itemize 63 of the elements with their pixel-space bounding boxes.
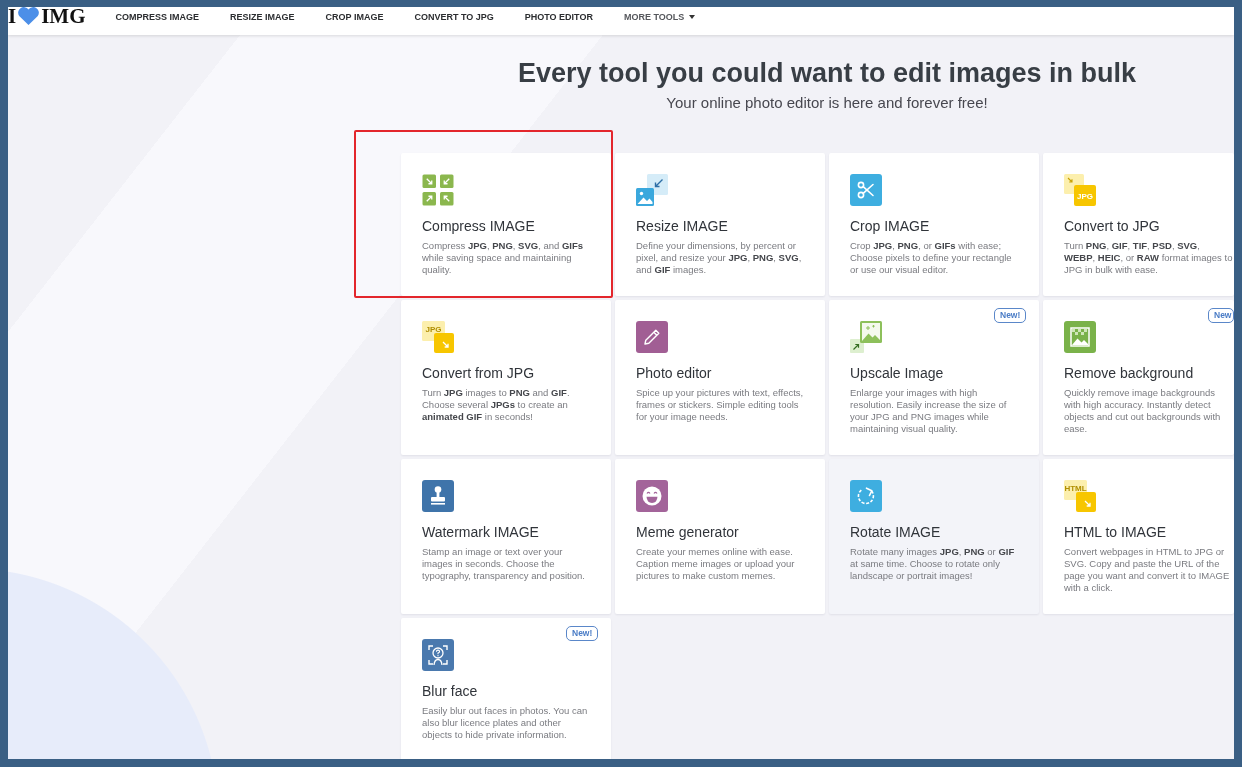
- tool-title: Blur face: [422, 682, 478, 700]
- tool-card[interactable]: New! Upscale Image Enlarge your images with high resolution. Easily increase the size of your JPG and PNG images while maintaining visual quality.: [829, 300, 1039, 455]
- face-scan-icon: [422, 639, 454, 671]
- nav-link[interactable]: CROP IMAGE: [325, 11, 384, 23]
- tool-card[interactable]: Watermark IMAGE Stamp an image or text over your images in seconds. Choose the typography, transparency and position.: [401, 459, 611, 614]
- nav-link[interactable]: CONVERT TO JPG: [414, 11, 494, 23]
- tool-card[interactable]: HTML HTML to IMAGE Convert webpages in HTML to JPG or SVG. Copy and paste the URL of the page you want and convert it to IMAGE with a click.: [1043, 459, 1234, 614]
- tool-title: Photo editor: [636, 364, 712, 382]
- tool-description: Easily blur out faces in photos. You can also blur licence plates and other objects to hide private information.: [422, 705, 589, 741]
- new-badge: New!: [566, 626, 599, 641]
- tool-title: Rotate IMAGE: [850, 523, 941, 541]
- pencil-icon: [636, 321, 668, 353]
- rotate-icon: [850, 480, 882, 512]
- tool-title: HTML to IMAGE: [1064, 523, 1167, 541]
- tool-title: Resize IMAGE: [636, 217, 728, 235]
- stamp-icon: [422, 480, 454, 512]
- tool-description: Create your memes online with ease. Caption meme images or upload your pictures to make custom memes.: [636, 546, 796, 582]
- tool-title: Remove background: [1064, 364, 1194, 382]
- tool-card[interactable]: Compress IMAGE Compress JPG, PNG, SVG, and GIFs while saving space and maintaining quality.: [401, 153, 611, 296]
- nav-link[interactable]: COMPRESS IMAGE: [115, 11, 200, 23]
- caret-icon: [689, 15, 696, 19]
- picture-frame-icon: [1064, 321, 1096, 353]
- nav-link[interactable]: RESIZE IMAGE: [230, 11, 295, 23]
- resize-image-icon: [636, 174, 668, 206]
- tool-card[interactable]: Crop IMAGE Crop JPG, PNG, or GIFs with ease; Choose pixels to define your rectangle or use our visual editor.: [829, 153, 1039, 296]
- tool-card[interactable]: Photo editor Spice up your pictures with text, effects, frames or stickers. Simple editing tools for your image needs.: [615, 300, 825, 455]
- tool-card[interactable]: Resize IMAGE Define your dimensions, by percent or pixel, and resize your JPG, PNG, SVG, and GIF images.: [615, 153, 825, 296]
- tool-card[interactable]: New Remove background Quickly remove image backgrounds with high accuracy. Instantly detect objects and cut out backgrounds with ease.: [1043, 300, 1234, 455]
- compress-arrows-icon: [422, 174, 454, 206]
- heart-icon: [17, 7, 41, 25]
- tool-description: Rotate many images JPG, PNG or GIF at same time. Choose to rotate only landscape or portrait images!: [850, 546, 1016, 582]
- tool-title: Crop IMAGE: [850, 217, 930, 235]
- tool-description: Compress JPG, PNG, SVG, and GIFs while saving space and maintaining quality.: [422, 240, 585, 276]
- tool-card[interactable]: New! Blur face Easily blur out faces in photos. You can also blur licence plates and other objects to hide private information.: [401, 618, 611, 759]
- more-tools-menu[interactable]: MORE TOOLS: [623, 11, 696, 23]
- tool-description: Crop JPG, PNG, or GIFs with ease; Choose pixels to define your rectangle or use our visual editor.: [850, 240, 1013, 276]
- tool-description: Define your dimensions, by percent or pixel, and resize your JPG, PNG, SVG, and GIF images.: [636, 240, 803, 276]
- tool-description: Turn JPG images to PNG and GIF. Choose several JPGs to create an animated GIF in seconds!: [422, 387, 571, 423]
- tool-description: Spice up your pictures with text, effects, frames or stickers. Simple editing tools for your image needs.: [636, 387, 805, 423]
- logo[interactable]: I IMG: [8, 7, 86, 25]
- tool-description: Convert webpages in HTML to JPG or SVG. Copy and paste the URL of the page you want and convert it to IMAGE with a click.: [1064, 546, 1231, 594]
- tool-title: Upscale Image: [850, 364, 944, 382]
- tool-card[interactable]: JPG Convert from JPG Turn JPG images to PNG and GIF. Choose several JPGs to create an animated GIF in seconds!: [401, 300, 611, 455]
- tool-title: Watermark IMAGE: [422, 523, 539, 541]
- tool-description: Stamp an image or text over your images in seconds. Choose the typography, transparency and position.: [422, 546, 586, 582]
- tool-description: Turn PNG, GIF, TIF, PSD, SVG, WEBP, HEIC, or RAW format images to JPG in bulk with ease.: [1064, 240, 1233, 276]
- tool-card[interactable]: Meme generator Create your memes online with ease. Caption meme images or upload your pictures to make custom memes.: [615, 459, 825, 614]
- tool-title: Compress IMAGE: [422, 217, 535, 235]
- tool-title: Convert to JPG: [1064, 217, 1160, 235]
- image-sparkle-icon: [850, 321, 882, 353]
- page-subheading: Your online photo editor is here and forever free!: [666, 93, 988, 113]
- page-heading: Every tool you could want to edit images in bulk: [517, 57, 1137, 90]
- tool-card[interactable]: Rotate IMAGE Rotate many images JPG, PNG or GIF at same time. Choose to rotate only landscape or portrait images!: [829, 459, 1039, 614]
- laughing-face-icon: [636, 480, 668, 512]
- nav-link[interactable]: PHOTO EDITOR: [524, 11, 593, 23]
- tool-description: Enlarge your images with high resolution. Easily increase the size of your JPG and PNG images while maintaining visual quality.: [850, 387, 1008, 435]
- new-badge: New!: [994, 308, 1027, 323]
- new-badge: New: [1208, 308, 1234, 323]
- tool-title: Meme generator: [636, 523, 739, 541]
- tool-card[interactable]: JPG Convert to JPG Turn PNG, GIF, TIF, PSD, SVG, WEBP, HEIC, or RAW format images to JPG in bulk with ease.: [1043, 153, 1234, 296]
- tool-title: Convert from JPG: [422, 364, 535, 382]
- scissors-icon: [850, 174, 882, 206]
- tool-description: Quickly remove image backgrounds with high accuracy. Instantly detect objects and cut out backgrounds with ease.: [1064, 387, 1222, 435]
